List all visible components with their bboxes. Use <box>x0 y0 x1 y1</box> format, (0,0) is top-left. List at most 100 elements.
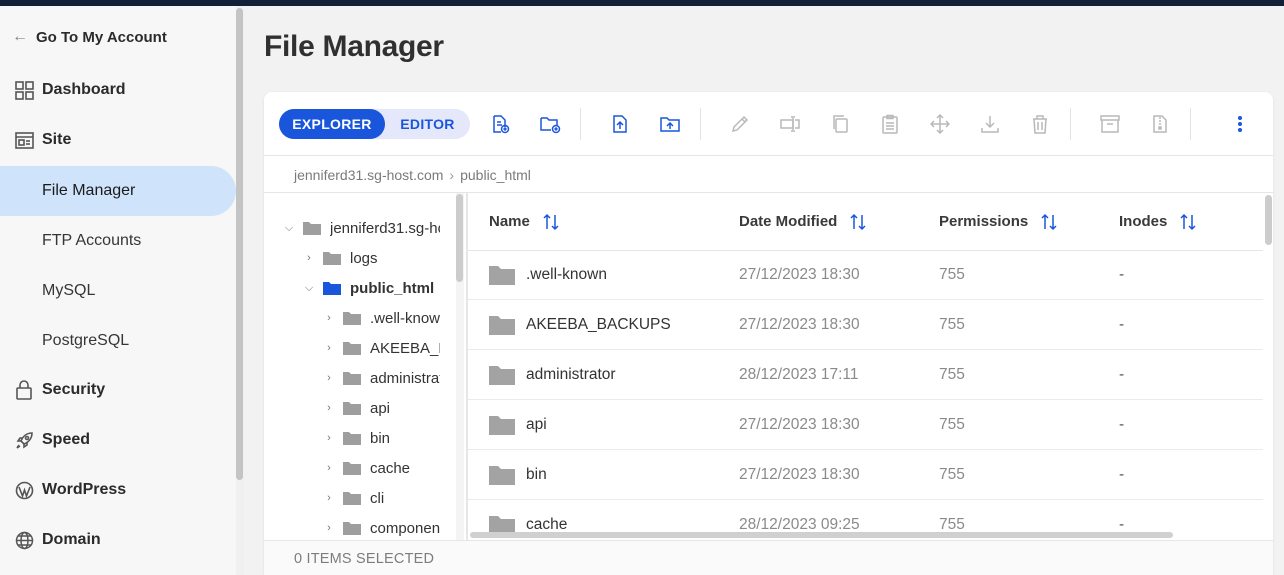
cell-inodes: - <box>1119 366 1125 383</box>
sidebar-item-dashboard[interactable]: Dashboard <box>0 65 236 115</box>
chevron-down-icon[interactable]: ⌵ <box>302 282 316 295</box>
copy-icon[interactable] <box>828 112 852 136</box>
column-header-label: Permissions <box>939 213 1029 230</box>
explorer-tab[interactable]: EXPLORER <box>279 109 385 139</box>
breadcrumb-item[interactable]: jenniferd31.sg-host.com <box>294 167 443 183</box>
download-icon[interactable] <box>978 112 1002 136</box>
chevron-right-icon[interactable]: › <box>322 462 336 474</box>
go-to-account-link[interactable]: ← Go To My Account <box>12 28 167 46</box>
chevron-right-icon[interactable]: › <box>322 492 336 504</box>
column-header-name[interactable]: Name <box>489 193 560 250</box>
tree-node[interactable]: › AKEEBA_BACKUPS <box>322 333 440 363</box>
sidebar-item-mysql[interactable]: MySQL <box>0 266 236 316</box>
table-row[interactable]: api 27/12/2023 18:30 755 - <box>468 400 1263 450</box>
selection-status: 0 ITEMS SELECTED <box>294 551 435 567</box>
extract-icon[interactable] <box>1148 112 1172 136</box>
upload-folder-icon[interactable] <box>658 112 682 136</box>
table-horizontal-scrollbar[interactable] <box>470 532 1173 538</box>
view-switcher: EXPLORER EDITOR <box>279 109 470 139</box>
tree-node[interactable]: › .well-known <box>322 303 440 333</box>
wordpress-icon <box>14 480 34 500</box>
edit-pencil-icon[interactable] <box>728 112 752 136</box>
archive-icon[interactable] <box>1098 112 1122 136</box>
chevron-right-icon[interactable]: › <box>322 342 336 354</box>
sidebar-scrollbar[interactable] <box>236 8 243 480</box>
table-row[interactable]: bin 27/12/2023 18:30 755 - <box>468 450 1263 500</box>
cell-date: 27/12/2023 18:30 <box>739 466 860 483</box>
table-vertical-scrollbar[interactable] <box>1265 195 1272 245</box>
chevron-right-icon[interactable]: › <box>322 432 336 444</box>
rename-icon[interactable] <box>778 112 802 136</box>
toolbar-separator <box>580 108 581 140</box>
table-row[interactable]: administrator 28/12/2023 17:11 755 - <box>468 350 1263 400</box>
column-header-date-modified[interactable]: Date Modified <box>739 193 867 250</box>
tree-node-label: administrator <box>370 369 440 387</box>
cell-inodes: - <box>1119 316 1125 333</box>
table-row[interactable]: AKEEBA_BACKUPS 27/12/2023 18:30 755 - <box>468 300 1263 350</box>
column-header-inodes[interactable]: Inodes <box>1119 193 1197 250</box>
cell-permissions: 755 <box>939 316 965 333</box>
sidebar-item-ftp-accounts[interactable]: FTP Accounts <box>0 216 236 266</box>
toolbar-separator <box>1070 108 1071 140</box>
move-icon[interactable] <box>928 112 952 136</box>
folder-icon <box>342 520 362 536</box>
sidebar-item-domain[interactable]: Domain <box>0 515 236 565</box>
cell-date: 27/12/2023 18:30 <box>739 266 860 283</box>
new-file-icon[interactable] <box>488 112 512 136</box>
chevron-down-icon[interactable]: ⌵ <box>282 222 296 235</box>
tree-node[interactable]: ⌵ jenniferd31.sg-host.com <box>282 213 440 243</box>
sort-icon[interactable] <box>849 213 867 231</box>
chevron-right-icon[interactable]: › <box>302 252 316 264</box>
tree-node-selected[interactable]: ⌵ public_html <box>302 273 434 303</box>
more-options-icon[interactable] <box>1228 112 1252 136</box>
sidebar-item-label: Site <box>42 131 72 148</box>
folder-icon <box>342 370 362 386</box>
paste-icon[interactable] <box>878 112 902 136</box>
sort-icon[interactable] <box>1179 213 1197 231</box>
folder-icon <box>302 220 322 236</box>
chevron-right-icon[interactable]: › <box>322 522 336 534</box>
breadcrumb: jenniferd31.sg-host.com › public_html <box>294 167 531 183</box>
sidebar-item-security[interactable]: Security <box>0 365 236 415</box>
tree-scrollbar[interactable] <box>456 194 463 282</box>
chevron-right-icon[interactable]: › <box>322 312 336 324</box>
delete-icon[interactable] <box>1028 112 1052 136</box>
new-folder-icon[interactable] <box>538 112 562 136</box>
folder-icon <box>488 414 516 436</box>
folder-icon <box>488 464 516 486</box>
sort-icon[interactable] <box>1040 213 1058 231</box>
folder-icon <box>488 314 516 336</box>
tree-node-label: api <box>370 399 391 417</box>
chevron-right-icon[interactable]: › <box>322 402 336 414</box>
sidebar-item-label: Dashboard <box>42 81 126 98</box>
sort-icon[interactable] <box>542 213 560 231</box>
file-name: api <box>526 416 547 433</box>
tree-node[interactable]: › logs <box>302 243 377 273</box>
cell-permissions: 755 <box>939 466 965 483</box>
upload-file-icon[interactable] <box>608 112 632 136</box>
sidebar-item-postgresql[interactable]: PostgreSQL <box>0 316 236 366</box>
tree-node[interactable]: › administrator <box>322 363 440 393</box>
sidebar-item-speed[interactable]: Speed <box>0 415 236 465</box>
column-header-permissions[interactable]: Permissions <box>939 193 1058 250</box>
tree-node[interactable]: › components <box>322 513 440 540</box>
folder-icon <box>488 264 516 286</box>
tree-node[interactable]: › api <box>322 393 390 423</box>
editor-tab[interactable]: EDITOR <box>385 109 470 139</box>
table-row[interactable]: .well-known 27/12/2023 18:30 755 - <box>468 250 1263 300</box>
tree-node[interactable]: › bin <box>322 423 390 453</box>
go-to-account-label: Go To My Account <box>36 28 167 46</box>
breadcrumb-item[interactable]: public_html <box>460 167 531 183</box>
chevron-right-icon[interactable]: › <box>322 372 336 384</box>
cell-name: api <box>488 400 547 450</box>
sidebar-item-wordpress[interactable]: WordPress <box>0 465 236 515</box>
column-header-label: Date Modified <box>739 213 838 230</box>
folder-icon <box>342 310 362 326</box>
sidebar-item-label: File Manager <box>42 182 136 199</box>
tree-node[interactable]: › cache <box>322 453 410 483</box>
site-icon <box>14 130 34 150</box>
sidebar-item-label: WordPress <box>42 481 127 498</box>
sidebar-item-site[interactable]: Site <box>0 115 236 165</box>
sidebar-item-file-manager[interactable]: File Manager <box>0 166 236 216</box>
tree-node[interactable]: › cli <box>322 483 384 513</box>
